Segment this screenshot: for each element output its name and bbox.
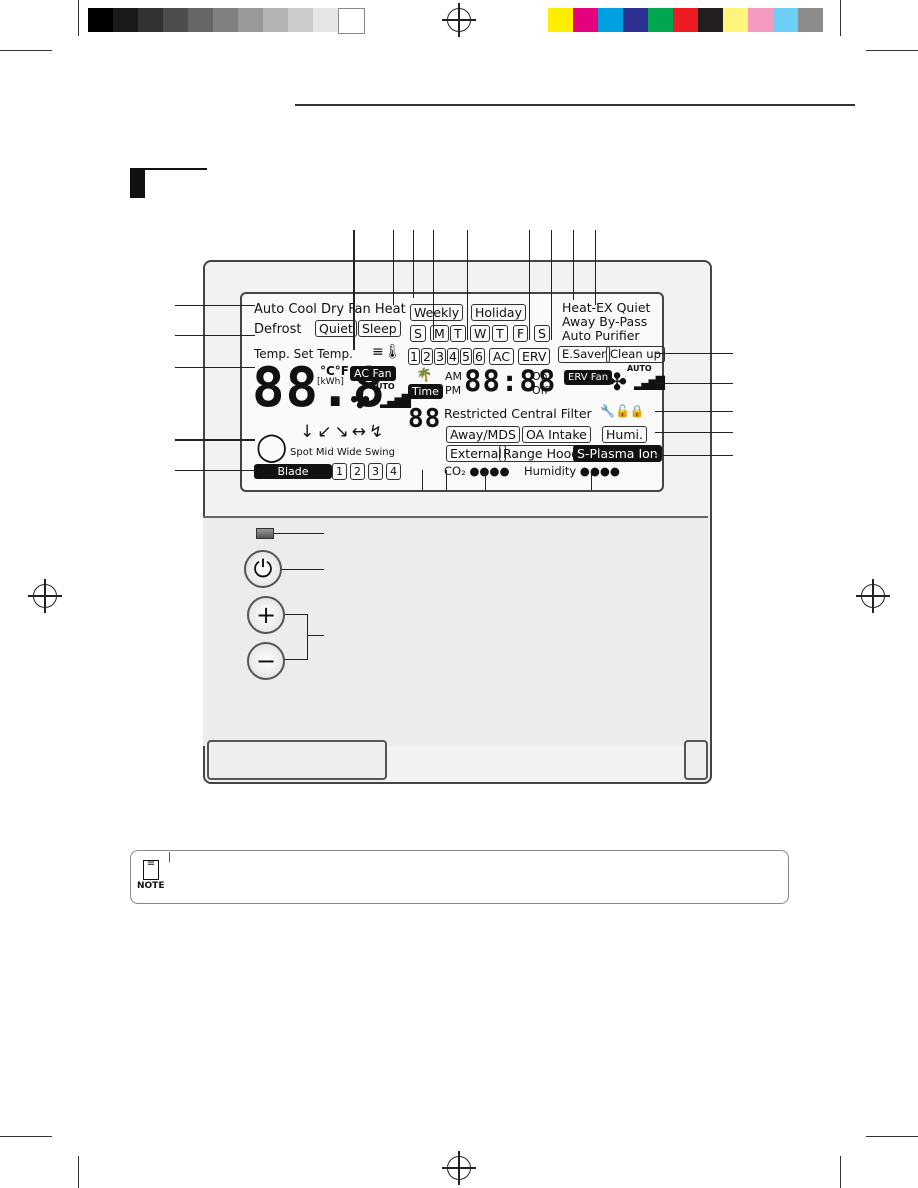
program-2: 2 bbox=[421, 348, 433, 365]
program-6: 6 bbox=[473, 348, 485, 365]
controller-cover bbox=[203, 516, 708, 746]
note-divider bbox=[169, 852, 170, 862]
code-digits: 88 bbox=[408, 404, 442, 434]
lcd-display: Auto Cool Dry Fan Heat Defrost Quiet Sle… bbox=[240, 292, 665, 492]
quiet-label: Quiet bbox=[315, 320, 357, 337]
esaver-label: E.Saver bbox=[558, 346, 610, 363]
erv-label: ERV bbox=[518, 348, 551, 365]
unit-label: °C°F bbox=[320, 364, 350, 378]
header-rule bbox=[295, 104, 855, 106]
plus-icon: + bbox=[255, 601, 277, 629]
blade-badge: Blade bbox=[254, 464, 332, 479]
day-fri: F bbox=[513, 325, 529, 342]
manual-page: Auto Cool Dry Fan Heat Defrost Quiet Sle… bbox=[0, 0, 918, 1188]
oa-intake-label: OA Intake bbox=[522, 426, 591, 443]
ac-label: AC bbox=[489, 348, 515, 365]
program-1: 1 bbox=[408, 348, 420, 365]
registration-mark-right bbox=[856, 579, 890, 613]
blade-dial-icon: ◯ bbox=[256, 430, 288, 463]
power-button[interactable]: ⏻ bbox=[244, 550, 282, 588]
blade-4: 4 bbox=[386, 463, 401, 480]
erv-modes-2: Away By-Pass bbox=[562, 314, 648, 329]
filter-lock-icons: 🔧🔓🔒 bbox=[600, 404, 645, 418]
restricted-filter-label: Restricted Central Filter bbox=[444, 406, 592, 421]
weekly-label: Weekly bbox=[410, 304, 464, 321]
cleanup-label: Clean up bbox=[606, 346, 665, 363]
program-4: 4 bbox=[447, 348, 459, 365]
section-marker bbox=[130, 168, 145, 198]
holiday-label: Holiday bbox=[471, 304, 526, 321]
pm-label: PM bbox=[445, 384, 462, 397]
am-label: AM bbox=[445, 370, 463, 383]
note-icon: ≡ bbox=[143, 859, 159, 880]
humidity-indicator: Humidity ●●●● bbox=[524, 464, 620, 478]
on-label: On bbox=[532, 370, 548, 383]
away-mds-label: Away/MDS bbox=[446, 426, 520, 443]
temp-down-button[interactable]: − bbox=[247, 642, 285, 680]
note-label: NOTE bbox=[137, 881, 165, 891]
section-rule bbox=[145, 168, 207, 170]
erv-modes-1: Heat-EX Quiet bbox=[562, 300, 651, 315]
erv-modes-3: Auto Purifier bbox=[562, 328, 640, 343]
erv-fan-badge: ERV Fan bbox=[564, 370, 613, 385]
registration-mark-bottom bbox=[442, 1151, 476, 1185]
time-badge: Time bbox=[408, 384, 443, 399]
day-sat: S bbox=[534, 325, 550, 342]
registration-mark-left bbox=[28, 579, 62, 613]
program-3: 3 bbox=[434, 348, 446, 365]
registration-mark-top bbox=[442, 3, 476, 37]
swing-labels: Spot Mid Wide Swing bbox=[290, 447, 395, 458]
erv-fan-auto-label: AUTO bbox=[627, 364, 652, 373]
co2-indicator: CO₂ ●●●● bbox=[444, 464, 510, 478]
blade-2: 2 bbox=[350, 463, 365, 480]
external-label: External bbox=[446, 445, 506, 462]
wind-temp-icon: ≡🌡 bbox=[372, 344, 402, 360]
range-hood-label: Range Hood bbox=[499, 445, 584, 462]
day-thu: T bbox=[492, 325, 508, 342]
day-tue: T bbox=[450, 325, 466, 342]
erv-fan-icon: ✤ bbox=[607, 368, 628, 396]
minus-icon: − bbox=[255, 647, 277, 675]
controller-bottom bbox=[207, 740, 387, 780]
holiday-palm-icon: 🌴 bbox=[416, 368, 433, 383]
note-box bbox=[130, 850, 789, 904]
splasma-label: S-Plasma Ion bbox=[573, 445, 662, 462]
swing-direction-icons: ↓↙↘↔↯ bbox=[300, 422, 387, 442]
day-wed: W bbox=[470, 325, 491, 342]
sleep-label: Sleep bbox=[358, 320, 401, 337]
temp-up-button[interactable]: + bbox=[247, 596, 285, 634]
day-sun: S bbox=[410, 325, 426, 342]
fan-level-icon: ▂▄▆█ bbox=[380, 394, 411, 408]
blade-1: 1 bbox=[332, 463, 347, 480]
defrost-label: Defrost bbox=[254, 322, 302, 337]
off-label: Off bbox=[532, 384, 549, 397]
fan-icon: ✤ bbox=[350, 386, 371, 414]
blade-3: 3 bbox=[368, 463, 383, 480]
program-5: 5 bbox=[460, 348, 472, 365]
humi-label: Humi. bbox=[602, 426, 647, 443]
ac-fan-badge: AC Fan bbox=[350, 366, 396, 381]
power-icon: ⏻ bbox=[253, 555, 273, 583]
fan-auto-label: AUTO bbox=[370, 382, 395, 391]
kwh-label: [kWh] bbox=[317, 377, 344, 387]
indicator-led bbox=[256, 528, 274, 539]
mode-labels: Auto Cool Dry Fan Heat bbox=[254, 302, 406, 317]
